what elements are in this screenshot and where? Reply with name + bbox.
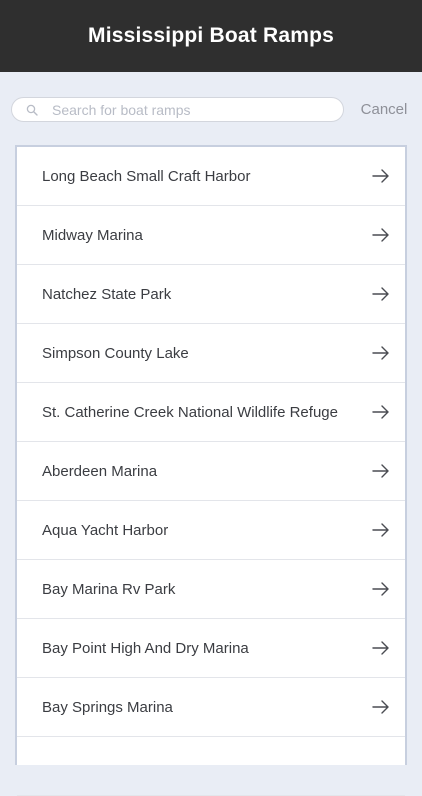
list-item[interactable]: Simpson County Lake — [17, 324, 405, 383]
list-item-label: Midway Marina — [42, 226, 143, 244]
list-item[interactable]: Bay Springs Marina — [17, 678, 405, 737]
list-item[interactable]: Natchez State Park — [17, 265, 405, 324]
arrow-right-icon — [372, 346, 389, 360]
list-item[interactable]: Aberdeen Marina — [17, 442, 405, 501]
boat-ramp-list[interactable]: Long Beach Small Craft Harbor Midway Mar… — [15, 145, 407, 796]
arrow-right-icon — [372, 169, 389, 183]
list-item-label: Bay Springs Marina — [42, 698, 173, 716]
list-item[interactable]: Midway Marina — [17, 206, 405, 265]
list-item[interactable]: Aqua Yacht Harbor — [17, 501, 405, 560]
list-item-label: Long Beach Small Craft Harbor — [42, 167, 251, 185]
page-title: Mississippi Boat Ramps — [88, 24, 334, 47]
search-icon — [26, 104, 38, 116]
list-item-label: Natchez State Park — [42, 285, 172, 303]
arrow-right-icon — [372, 228, 389, 242]
list-item-label: St. Catherine Creek National Wildlife Re… — [42, 403, 338, 421]
list-item[interactable]: St. Catherine Creek National Wildlife Re… — [17, 383, 405, 442]
arrow-right-icon — [372, 464, 389, 478]
cancel-button[interactable]: Cancel — [356, 100, 412, 120]
list-item[interactable]: Bay Point High And Dry Marina — [17, 619, 405, 678]
arrow-right-icon — [372, 641, 389, 655]
arrow-right-icon — [372, 700, 389, 714]
arrow-right-icon — [372, 523, 389, 537]
list-item-partial[interactable] — [17, 737, 405, 796]
arrow-right-icon — [372, 287, 389, 301]
list-item-label: Aberdeen Marina — [42, 462, 158, 480]
arrow-right-icon — [372, 405, 389, 419]
search-input[interactable] — [52, 100, 337, 120]
list-item-label: Simpson County Lake — [42, 344, 189, 362]
app-header: Mississippi Boat Ramps — [0, 0, 422, 72]
list-item[interactable]: Long Beach Small Craft Harbor — [17, 147, 405, 206]
arrow-right-icon — [372, 582, 389, 596]
list-item-label: Bay Point High And Dry Marina — [42, 639, 249, 657]
search-field[interactable] — [11, 97, 344, 122]
list-item-label: Aqua Yacht Harbor — [42, 521, 169, 539]
list-item[interactable]: Bay Marina Rv Park — [17, 560, 405, 619]
list-item-label: Bay Marina Rv Park — [42, 580, 176, 598]
search-bar: Cancel — [0, 72, 422, 146]
